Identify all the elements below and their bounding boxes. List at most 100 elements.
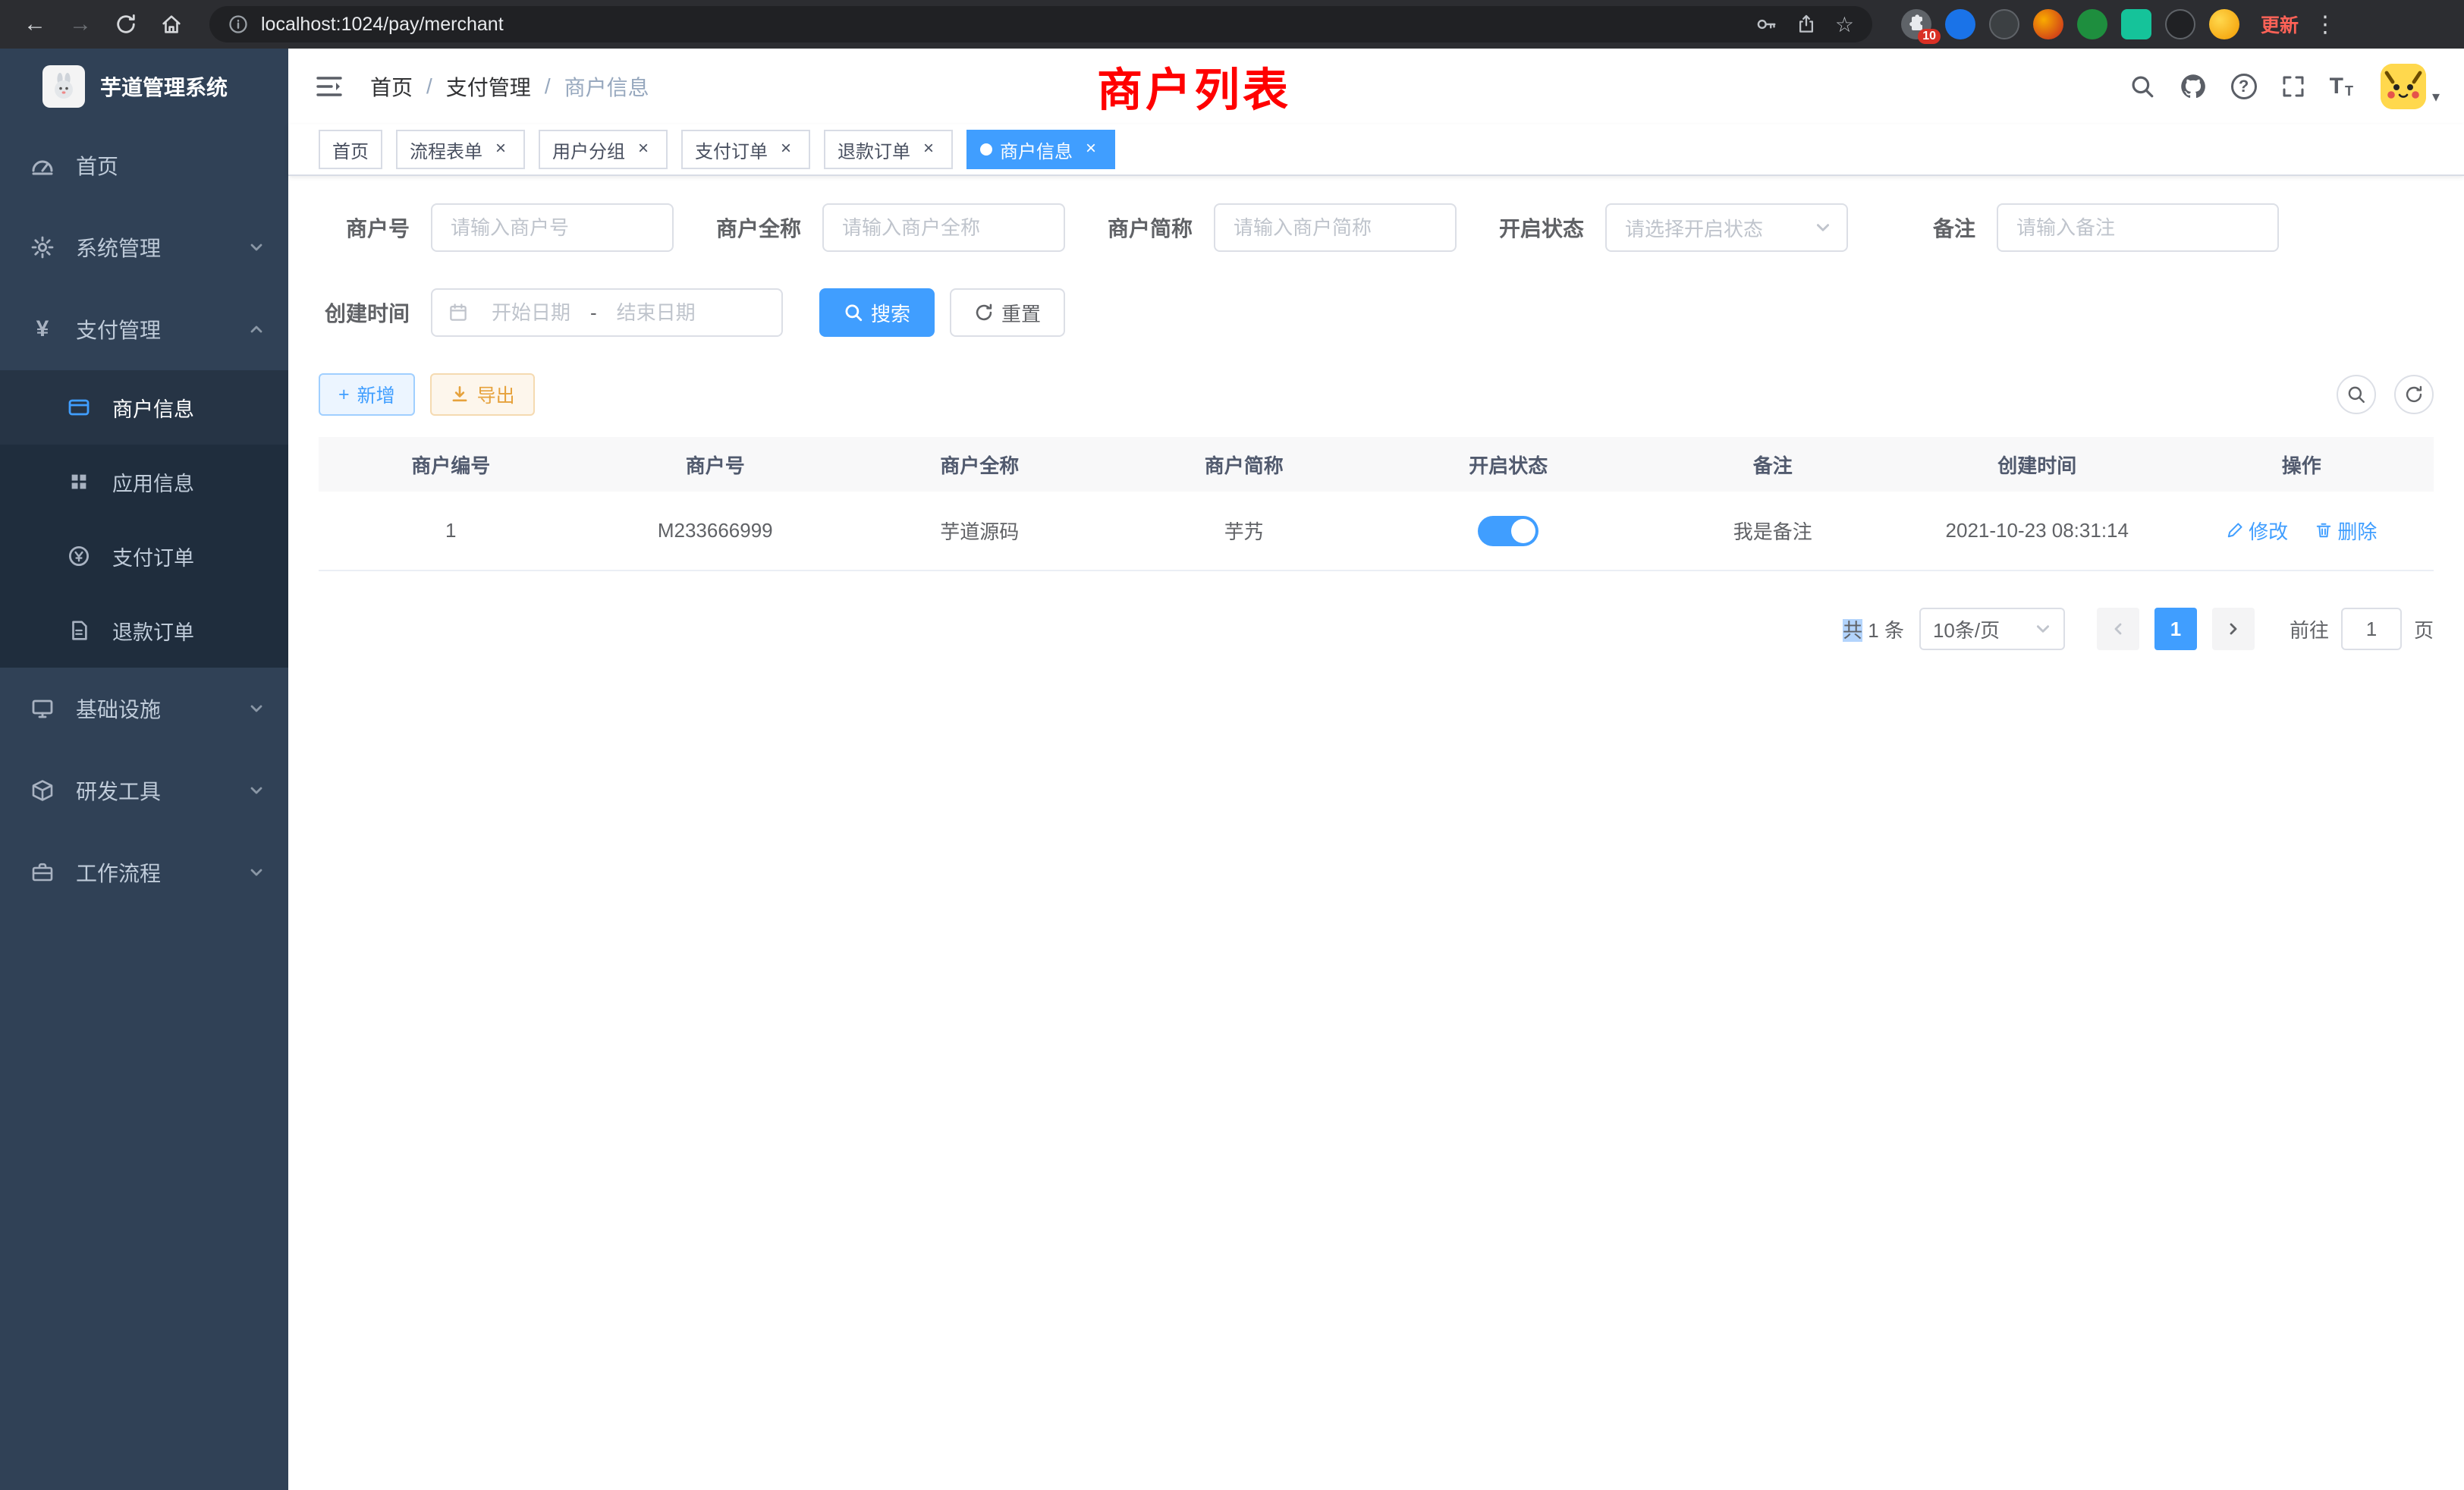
- full-name-input[interactable]: [822, 203, 1065, 252]
- cell-merchant-id: 1: [319, 492, 583, 571]
- refund-doc-icon: [67, 618, 91, 643]
- date-end-input[interactable]: [603, 301, 709, 325]
- sidebar-item-system[interactable]: 系统管理: [0, 206, 288, 288]
- search-icon: [844, 303, 863, 322]
- browser-forward-button[interactable]: →: [61, 5, 100, 44]
- sidebar-item-pay[interactable]: ¥ 支付管理: [0, 288, 288, 370]
- chevron-up-icon: [249, 322, 264, 337]
- extension-dark-icon[interactable]: [1989, 9, 2019, 39]
- page-title-annotation: 商户列表: [1097, 54, 1291, 120]
- sidebar-logo[interactable]: 芋道管理系统: [0, 49, 288, 124]
- chevron-down-icon: [249, 783, 264, 798]
- github-icon[interactable]: [2180, 73, 2207, 100]
- extension-blue-icon[interactable]: [1945, 9, 1975, 39]
- help-icon[interactable]: ?: [2231, 74, 2257, 99]
- refresh-table-button[interactable]: [2394, 375, 2434, 414]
- close-icon[interactable]: ×: [918, 139, 939, 160]
- table-toolbar: + 新增 导出: [319, 373, 2434, 416]
- calendar-icon: [448, 302, 469, 323]
- toggle-search-button[interactable]: [2337, 375, 2376, 414]
- tab-process-form[interactable]: 流程表单 ×: [396, 130, 525, 169]
- edit-button[interactable]: 修改: [2226, 517, 2288, 545]
- remark-input[interactable]: [1997, 203, 2279, 252]
- sidebar-item-home[interactable]: 首页: [0, 124, 288, 206]
- bookmark-star-icon[interactable]: ☆: [1835, 12, 1854, 37]
- sidebar-item-dev-tools[interactable]: 研发工具: [0, 750, 288, 831]
- create-time-label: 创建时间: [319, 297, 410, 328]
- breadcrumb-separator: /: [545, 74, 551, 99]
- extensions-puzzle-icon[interactable]: 10: [1901, 9, 1931, 39]
- search-form-row-1: 商户号 商户全称 商户简称 开启状态 请选择开启状态: [319, 203, 2434, 252]
- briefcase-icon: [30, 860, 55, 885]
- tab-user-group[interactable]: 用户分组 ×: [539, 130, 668, 169]
- extension-smiley-icon[interactable]: [2209, 9, 2239, 39]
- site-info-icon[interactable]: [228, 14, 249, 35]
- col-short-name: 商户简称: [1112, 437, 1377, 492]
- user-avatar[interactable]: [2381, 64, 2426, 109]
- sidebar-toggle-icon[interactable]: [310, 68, 349, 105]
- delete-button[interactable]: 删除: [2315, 517, 2377, 545]
- sidebar-item-pay-order[interactable]: 支付订单: [0, 519, 288, 593]
- export-button[interactable]: 导出: [430, 373, 535, 416]
- font-size-icon[interactable]: TT: [2330, 74, 2353, 99]
- create-time-range-picker[interactable]: -: [431, 288, 783, 337]
- extension-green-square-icon[interactable]: [2121, 9, 2151, 39]
- close-icon[interactable]: ×: [633, 139, 654, 160]
- url-bar[interactable]: localhost:1024/pay/merchant ☆: [209, 6, 1872, 42]
- chevron-down-icon: [1815, 219, 1831, 236]
- home-icon: [160, 13, 183, 36]
- browser-refresh-button[interactable]: [106, 5, 146, 44]
- page-size-select[interactable]: 10条/页: [1919, 608, 2065, 650]
- extension-green-circle-icon[interactable]: [2077, 9, 2107, 39]
- date-range-separator: -: [584, 301, 603, 325]
- prev-page-button[interactable]: [2097, 608, 2139, 650]
- password-key-icon[interactable]: [1755, 13, 1777, 36]
- tab-merchant-info[interactable]: 商户信息 ×: [966, 130, 1115, 169]
- fullscreen-icon[interactable]: [2281, 74, 2305, 99]
- date-start-input[interactable]: [478, 301, 584, 325]
- sidebar-item-merchant-info[interactable]: 商户信息: [0, 370, 288, 445]
- breadcrumb-home[interactable]: 首页: [370, 71, 413, 102]
- refresh-icon: [974, 303, 994, 322]
- status-select[interactable]: 请选择开启状态: [1605, 203, 1848, 252]
- tags-view: 首页 流程表单 × 用户分组 × 支付订单 × 退款订单 × 商户信息 ×: [288, 124, 2464, 176]
- browser-home-button[interactable]: [152, 5, 191, 44]
- cell-full-name: 芋道源码: [847, 492, 1112, 571]
- tab-home[interactable]: 首页: [319, 130, 382, 169]
- sidebar: 芋道管理系统 首页 系统管理 ¥ 支付管理: [0, 49, 288, 1490]
- avatar-caret-icon[interactable]: ▾: [2432, 87, 2440, 106]
- header-search-icon[interactable]: [2129, 74, 2155, 99]
- share-icon[interactable]: [1796, 14, 1817, 35]
- browser-back-button[interactable]: ←: [15, 5, 55, 44]
- extension-avatar-icon[interactable]: [2033, 9, 2063, 39]
- short-name-input[interactable]: [1214, 203, 1457, 252]
- close-icon[interactable]: ×: [490, 139, 511, 160]
- sidebar-item-refund-order[interactable]: 退款订单: [0, 593, 288, 668]
- search-icon: [2346, 385, 2366, 404]
- merchant-no-input[interactable]: [431, 203, 674, 252]
- close-icon[interactable]: ×: [775, 139, 797, 160]
- url-text[interactable]: localhost:1024/pay/merchant: [261, 14, 1736, 36]
- extension-pinwheel-icon[interactable]: [2165, 9, 2195, 39]
- sidebar-item-app-info[interactable]: 应用信息: [0, 445, 288, 519]
- close-icon[interactable]: ×: [1080, 139, 1102, 160]
- sidebar-item-infra[interactable]: 基础设施: [0, 668, 288, 750]
- add-button[interactable]: + 新增: [319, 373, 415, 416]
- status-toggle[interactable]: [1478, 516, 1538, 546]
- sidebar-item-workflow[interactable]: 工作流程: [0, 831, 288, 913]
- reset-button[interactable]: 重置: [950, 288, 1065, 337]
- tab-refund-order[interactable]: 退款订单 ×: [824, 130, 953, 169]
- tab-pay-order[interactable]: 支付订单 ×: [681, 130, 810, 169]
- page-number-button[interactable]: 1: [2154, 608, 2197, 650]
- pencil-icon: [2226, 521, 2244, 539]
- cell-status: [1376, 492, 1641, 571]
- breadcrumb-pay[interactable]: 支付管理: [446, 71, 531, 102]
- next-page-button[interactable]: [2212, 608, 2255, 650]
- search-button[interactable]: 搜索: [819, 288, 935, 337]
- browser-chrome: ← → localhost:1024/pay/merchant ☆ 10 更新 …: [0, 0, 2464, 49]
- goto-page-input[interactable]: [2341, 608, 2402, 650]
- refresh-icon: [2404, 385, 2424, 404]
- breadcrumb-separator: /: [426, 74, 432, 99]
- browser-menu-icon[interactable]: ⋮: [2314, 11, 2337, 38]
- browser-update-button[interactable]: 更新: [2261, 11, 2299, 38]
